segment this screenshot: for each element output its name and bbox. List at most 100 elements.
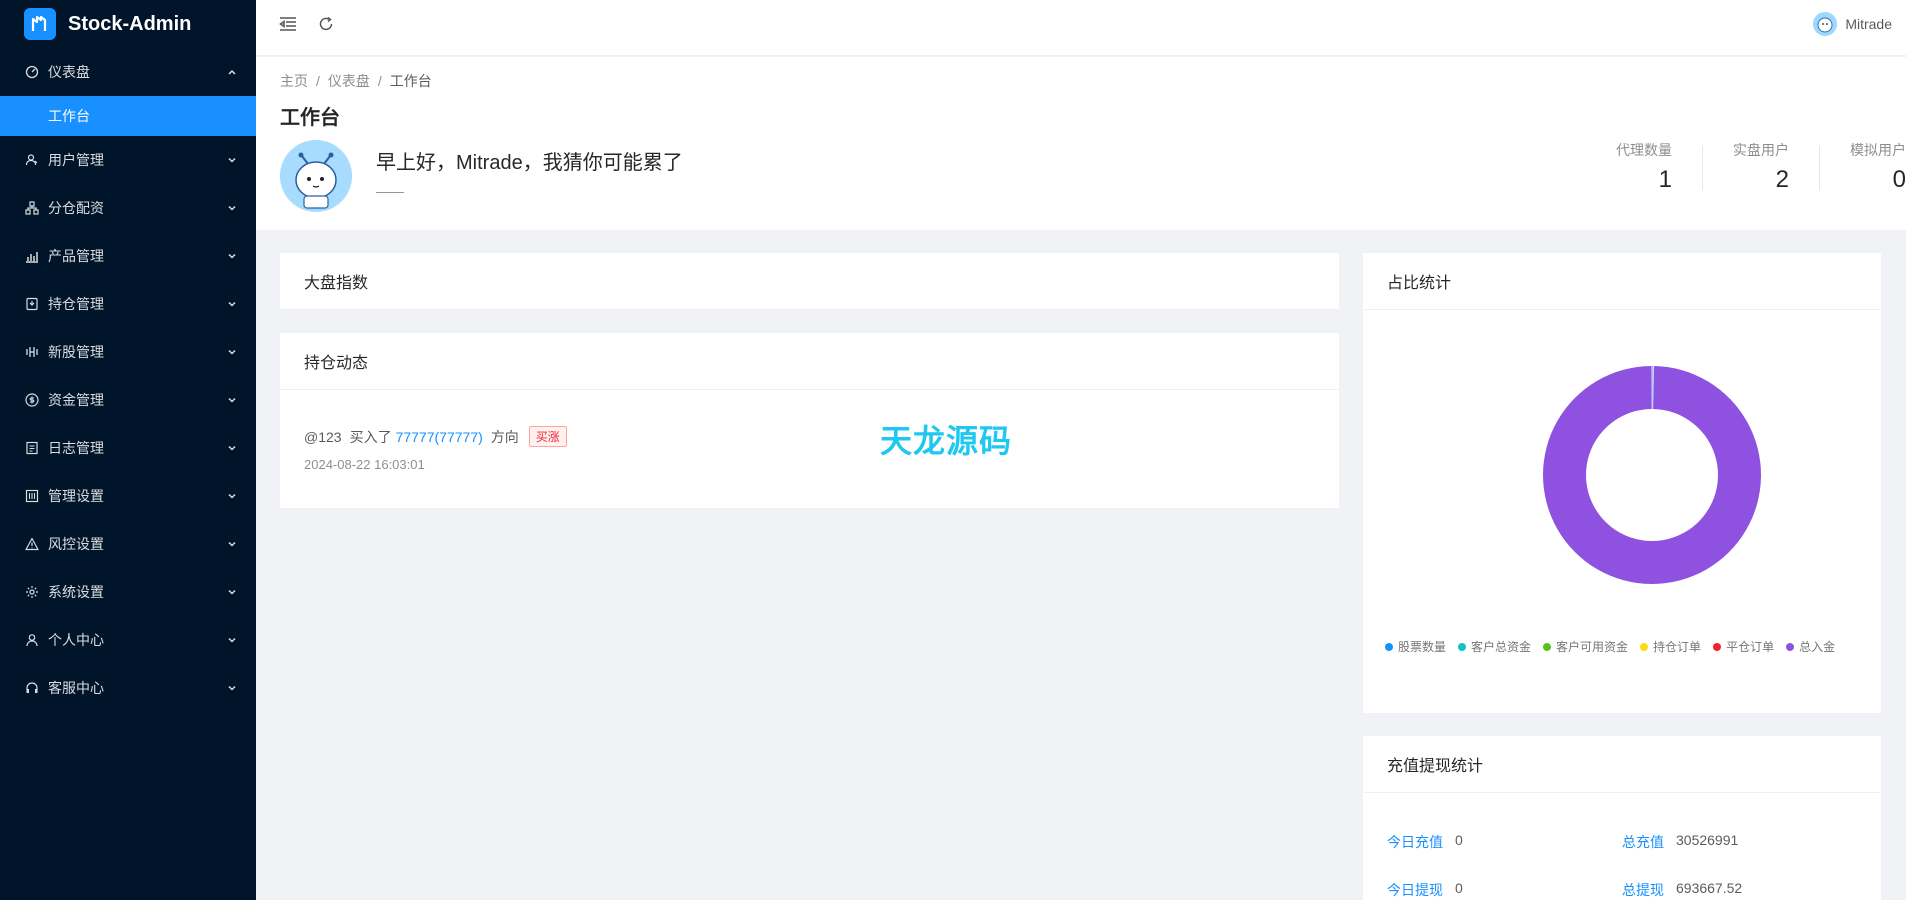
legend-item[interactable]: 股票数量: [1385, 638, 1446, 655]
money-icon: [24, 392, 40, 408]
legend-item[interactable]: 客户可用资金: [1543, 638, 1628, 655]
donut-slice-5[interactable]: [1543, 366, 1761, 584]
ratio-card: 占比统计 股票数量 客户总资金 客户可用资金 持仓订单 平仓订单 总入金: [1363, 253, 1881, 713]
sidebar-item-label: 工作台: [48, 108, 90, 124]
sidebar-item-log[interactable]: 日志管理: [0, 424, 256, 472]
fund-total-deposit: 总充值 30526991: [1622, 832, 1738, 852]
menu-fold-icon[interactable]: [276, 12, 300, 36]
legend-dot: [1713, 642, 1722, 651]
trade-direction-label: 方向: [490, 428, 519, 445]
chart-legend: 股票数量 客户总资金 客户可用资金 持仓订单 平仓订单 总入金: [1385, 638, 1847, 655]
index-card: 大盘指数: [280, 253, 1339, 310]
sidebar-item-risk[interactable]: 风控设置: [0, 520, 256, 568]
legend-item[interactable]: 客户总资金: [1458, 638, 1531, 655]
sidebar-item-label: 新股管理: [48, 344, 104, 360]
card-title: 占比统计: [1363, 253, 1881, 310]
sidebar-item-workbench[interactable]: 工作台: [0, 96, 256, 136]
legend-dot: [1640, 642, 1649, 651]
trade-action: 买入了: [349, 428, 392, 445]
stat-real-users: 实盘用户 2: [1733, 140, 1789, 194]
app-logo[interactable]: Stock-Admin: [0, 0, 256, 48]
position-icon: [24, 296, 40, 312]
sidebar-item-support[interactable]: 客服中心: [0, 664, 256, 712]
fund-today-withdraw: 今日提现 0: [1387, 880, 1463, 900]
breadcrumb: 主页 / 仪表盘 / 工作台: [280, 71, 1882, 91]
sidebar-item-profile[interactable]: 个人中心: [0, 616, 256, 664]
legend-item[interactable]: 平仓订单: [1713, 638, 1774, 655]
card-title: 持仓动态: [280, 333, 1339, 390]
top-header: Mitrade: [256, 0, 1906, 56]
chevron-down-icon: [226, 490, 238, 502]
sidebar-item-label: 系统设置: [48, 584, 104, 600]
sidebar-item-ipo[interactable]: 新股管理: [0, 328, 256, 376]
avatar: [1813, 12, 1838, 36]
sidebar-item-money[interactable]: 资金管理: [0, 376, 256, 424]
legend-label: 持仓订单: [1653, 640, 1702, 654]
ipo-icon: [24, 344, 40, 360]
sidebar-item-dashboard[interactable]: 仪表盘: [0, 48, 256, 96]
settings-panel-icon: [24, 488, 40, 504]
donut-chart: [1543, 366, 1761, 584]
breadcrumb-home[interactable]: 主页: [280, 71, 308, 91]
fund-label[interactable]: 总充值: [1622, 832, 1664, 852]
chevron-down-icon: [226, 346, 238, 358]
chevron-up-icon: [226, 66, 238, 78]
stat-value: 2: [1775, 166, 1789, 193]
breadcrumb-current: 工作台: [389, 73, 432, 89]
welcome-greeting: 早上好，Mitrade，我猜你可能累了: [376, 152, 683, 174]
chart-icon: [24, 248, 40, 264]
watermark-text: 天龙源码: [880, 423, 1013, 459]
sidebar-item-label: 管理设置: [48, 488, 104, 504]
trade-item: @123 买入了 77777(77777) 方向 买涨 2024-08-22 1…: [280, 390, 1339, 472]
app-name: Stock-Admin: [68, 12, 192, 35]
trade-stock-link[interactable]: 77777(77777): [396, 429, 483, 445]
user-menu[interactable]: Mitrade: [1813, 12, 1892, 36]
fund-total-withdraw: 总提现 693667.52: [1622, 880, 1742, 900]
legend-dot: [1385, 642, 1393, 651]
legend-item[interactable]: 持仓订单: [1640, 638, 1701, 655]
refresh-icon[interactable]: [314, 12, 338, 36]
fund-label[interactable]: 今日提现: [1387, 880, 1443, 900]
sidebar-item-user-manage[interactable]: 用户管理: [0, 136, 256, 184]
chevron-down-icon: [226, 634, 238, 646]
welcome-block: 早上好，Mitrade，我猜你可能累了 ——: [280, 140, 683, 212]
log-icon: [24, 440, 40, 456]
sidebar-item-cluster[interactable]: 分仓配资: [0, 184, 256, 232]
sidebar-item-label: 持仓管理: [48, 296, 104, 312]
legend-label: 客户可用资金: [1556, 640, 1629, 654]
breadcrumb-dashboard[interactable]: 仪表盘: [328, 71, 370, 91]
funds-card: 充值提现统计 今日充值 0 总充值 30526991 今日提现 0 总提现 69…: [1363, 736, 1881, 900]
sidebar-item-admin-settings[interactable]: 管理设置: [0, 472, 256, 520]
sidebar-item-position[interactable]: 持仓管理: [0, 280, 256, 328]
stat-label: 实盘用户: [1733, 142, 1789, 158]
sidebar-item-product[interactable]: 产品管理: [0, 232, 256, 280]
positions-card: 持仓动态 @123 买入了 77777(77777) 方向 买涨 2024-08…: [280, 333, 1339, 508]
stat-agents: 代理数量 1: [1616, 140, 1672, 194]
stats-group: 代理数量 1 实盘用户 2 模拟用户 0: [1616, 140, 1906, 194]
fund-value: 0: [1455, 880, 1463, 896]
sidebar-item-label: 个人中心: [48, 632, 104, 648]
fund-value: 693667.52: [1676, 880, 1743, 896]
chevron-down-icon: [226, 250, 238, 262]
legend-label: 总入金: [1799, 640, 1836, 654]
fund-label[interactable]: 总提现: [1622, 880, 1664, 900]
sidebar-item-system[interactable]: 系统设置: [0, 568, 256, 616]
gear-icon: [24, 584, 40, 600]
sidebar-item-label: 分仓配资: [48, 200, 104, 216]
sidebar: Stock-Admin 仪表盘 工作台 用户管理 分仓配资 产品管理 持仓管理 …: [0, 0, 256, 900]
legend-item[interactable]: 总入金: [1786, 638, 1835, 655]
headset-icon: [24, 680, 40, 696]
sidebar-item-label: 用户管理: [48, 152, 104, 168]
fund-label[interactable]: 今日充值: [1387, 832, 1443, 852]
username: Mitrade: [1845, 16, 1892, 32]
sidebar-item-label: 产品管理: [48, 248, 104, 264]
stat-label: 模拟用户: [1850, 142, 1906, 158]
sidebar-item-label: 日志管理: [48, 440, 104, 456]
person-icon: [24, 632, 40, 648]
page-title: 工作台: [280, 107, 340, 129]
legend-label: 客户总资金: [1471, 640, 1532, 654]
dashboard-icon: [24, 64, 40, 80]
donut-slice-0[interactable]: [1652, 366, 1653, 410]
breadcrumb-separator: /: [377, 73, 382, 89]
legend-dot: [1543, 642, 1552, 651]
